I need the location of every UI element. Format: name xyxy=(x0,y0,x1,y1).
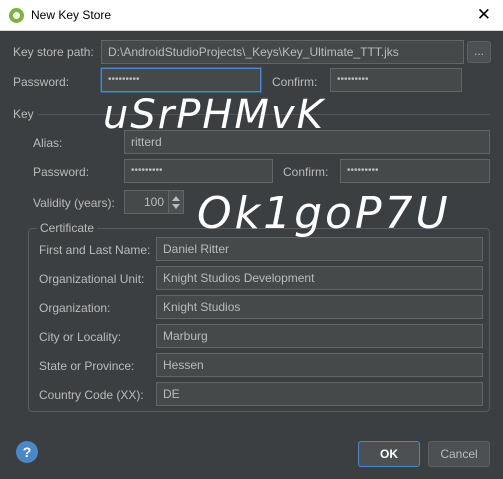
validity-stepper[interactable] xyxy=(169,190,184,214)
ok-button[interactable]: OK xyxy=(358,441,420,467)
country-code-input[interactable]: DE xyxy=(156,382,483,406)
state-label: State or Province: xyxy=(39,359,135,373)
first-last-name-label: First and Last Name: xyxy=(39,243,151,257)
browse-button[interactable]: ... xyxy=(467,41,491,63)
keystore-password-label: Password: xyxy=(13,75,70,89)
validity-label: Validity (years): xyxy=(33,196,115,210)
alias-label: Alias: xyxy=(33,136,63,150)
organization-input[interactable]: Knight Studios xyxy=(156,295,483,319)
cancel-button[interactable]: Cancel xyxy=(428,441,490,467)
handwritten-text-2: Ok1goP7U xyxy=(197,188,451,239)
android-studio-icon xyxy=(9,8,24,23)
window-title: New Key Store xyxy=(31,8,112,22)
key-section-title: Key xyxy=(13,107,34,121)
close-icon[interactable]: ✕ xyxy=(477,5,491,25)
organization-label: Organization: xyxy=(39,301,111,315)
validity-spinner[interactable]: 100 xyxy=(124,190,184,214)
chevron-up-icon[interactable] xyxy=(172,196,180,201)
organizational-unit-input[interactable]: Knight Studios Development xyxy=(156,266,483,290)
title-bar: New Key Store ✕ xyxy=(0,0,503,31)
handwritten-overlay-1: uSrPHMvK xyxy=(103,92,326,138)
handwritten-text-1: uSrPHMvK xyxy=(103,92,326,138)
key-password-label: Password: xyxy=(33,165,90,179)
help-icon[interactable]: ? xyxy=(16,441,38,463)
organizational-unit-label: Organizational Unit: xyxy=(39,272,145,286)
keystore-confirm-label: Confirm: xyxy=(272,75,318,89)
key-store-path-label: Key store path: xyxy=(13,45,94,59)
certificate-section-title: Certificate xyxy=(37,221,98,235)
country-code-label: Country Code (XX): xyxy=(39,388,144,402)
key-confirm-label: Confirm: xyxy=(283,165,329,179)
validity-input[interactable]: 100 xyxy=(124,190,169,214)
state-input[interactable]: Hessen xyxy=(156,353,483,377)
chevron-down-icon[interactable] xyxy=(172,204,180,209)
handwritten-overlay-2: Ok1goP7U xyxy=(197,188,451,239)
key-store-path-input[interactable]: D:\AndroidStudioProjects\_Keys\Key_Ultim… xyxy=(101,40,464,64)
city-label: City or Locality: xyxy=(39,330,122,344)
city-input[interactable]: Marburg xyxy=(156,324,483,348)
